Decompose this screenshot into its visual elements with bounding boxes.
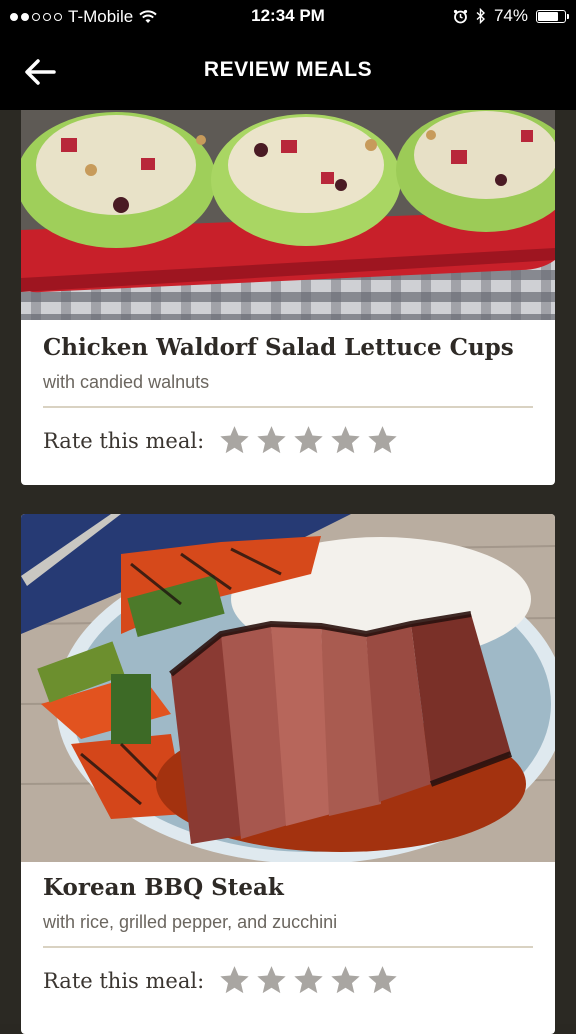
- star-icon[interactable]: [218, 424, 251, 457]
- rating-row: Rate this meal:: [43, 964, 399, 997]
- meal-subtitle: with rice, grilled pepper, and zucchini: [43, 912, 338, 932]
- rate-label: Rate this meal:: [43, 428, 205, 453]
- meal-card: Korean BBQ Steak with rice, grilled pepp…: [21, 514, 555, 1034]
- rating-row: Rate this meal:: [43, 424, 399, 457]
- meal-photo-lettuce-cups: [21, 110, 555, 320]
- meal-name: Chicken Waldorf Salad Lettuce Cups: [43, 334, 514, 361]
- star-icon[interactable]: [366, 964, 399, 997]
- divider: [43, 406, 533, 408]
- star-icon[interactable]: [255, 424, 288, 457]
- rate-label: Rate this meal:: [43, 968, 205, 993]
- star-icon[interactable]: [292, 964, 325, 997]
- star-icon[interactable]: [329, 424, 362, 457]
- star-icon[interactable]: [366, 424, 399, 457]
- star-icon[interactable]: [292, 424, 325, 457]
- meal-subtitle: with candied walnuts: [43, 372, 210, 392]
- nav-bar: REVIEW MEALS: [0, 34, 576, 110]
- meal-photo-korean-bbq-steak: [21, 514, 555, 862]
- bluetooth-icon: [476, 8, 485, 24]
- status-bar: T-Mobile 12:34 PM 74%: [0, 0, 576, 34]
- status-right: 74%: [453, 6, 569, 26]
- battery-percent: 74%: [493, 6, 528, 25]
- meal-card: Chicken Waldorf Salad Lettuce Cups with …: [21, 110, 555, 485]
- star-icon[interactable]: [218, 964, 251, 997]
- battery-icon: [536, 9, 569, 23]
- star-rating: [218, 424, 399, 457]
- star-icon[interactable]: [329, 964, 362, 997]
- star-rating: [218, 964, 399, 997]
- star-icon[interactable]: [255, 964, 288, 997]
- alarm-icon: [453, 9, 468, 23]
- page-title: REVIEW MEALS: [203, 58, 373, 81]
- divider: [43, 946, 533, 948]
- meal-name: Korean BBQ Steak: [43, 874, 284, 901]
